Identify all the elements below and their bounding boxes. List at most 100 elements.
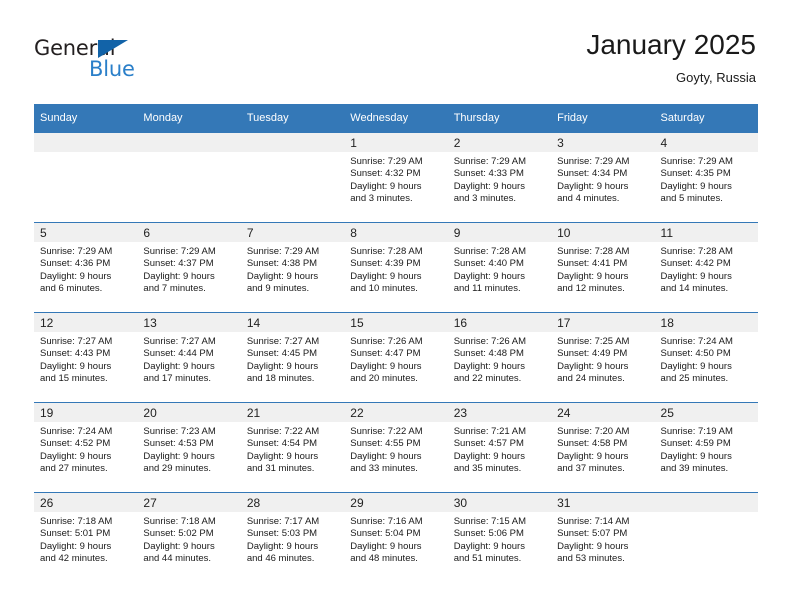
calendar-day-cell[interactable]: 1 Sunrise: 7:29 AM Sunset: 4:32 PM Daylight… — [344, 132, 448, 223]
calendar-day-cell[interactable]: 28 Sunrise: 7:17 AM Sunset: 5:03 PM Dayligh… — [240, 492, 345, 582]
calendar-day-cell[interactable]: 23 Sunrise: 7:21 AM Sunset: 4:57 PM Dayligh… — [447, 402, 552, 493]
day-number-band — [654, 493, 758, 512]
calendar-day-cell[interactable]: 9 Sunrise: 7:28 AM Sunset: 4:40 PM Daylight… — [447, 222, 552, 313]
day-details — [655, 512, 758, 516]
calendar-day-cell[interactable]: 11 Sunrise: 7:28 AM Sunset: 4:42 PM Dayligh… — [654, 222, 758, 313]
day-details: Sunrise: 7:24 AM Sunset: 4:52 PM Daylight:… — [34, 422, 137, 476]
calendar-day-cell-empty — [34, 132, 138, 223]
day-number: 14 — [246, 316, 261, 330]
calendar-day-cell[interactable]: 16 Sunrise: 7:26 AM Sunset: 4:48 PM Dayligh… — [447, 312, 552, 403]
calendar-day-cell[interactable]: 10 Sunrise: 7:28 AM Sunset: 4:41 PM Dayligh… — [551, 222, 655, 313]
day-number-band: 26 — [34, 493, 138, 512]
day-details: Sunrise: 7:22 AM Sunset: 4:55 PM Daylight:… — [344, 422, 447, 476]
calendar-day-cell[interactable]: 24 Sunrise: 7:20 AM Sunset: 4:58 PM Dayligh… — [551, 402, 655, 493]
day-details — [241, 152, 344, 156]
calendar-day-cell[interactable]: 22 Sunrise: 7:22 AM Sunset: 4:55 PM Dayligh… — [344, 402, 448, 493]
sunset-text: Sunset: 4:36 PM — [40, 258, 111, 270]
daylight-text-line1: Daylight: 9 hours — [557, 360, 629, 372]
day-number-band: 25 — [654, 403, 758, 422]
calendar-day-cell[interactable]: 13 Sunrise: 7:27 AM Sunset: 4:44 PM Dayligh… — [137, 312, 241, 403]
daylight-text-line1: Daylight: 9 hours — [660, 270, 732, 282]
sunrise-text: Sunrise: 7:29 AM — [660, 156, 733, 167]
day-number: 7 — [246, 226, 254, 240]
calendar-day-cell[interactable]: 18 Sunrise: 7:24 AM Sunset: 4:50 PM Dayligh… — [654, 312, 758, 403]
calendar-day-cell[interactable]: 20 Sunrise: 7:23 AM Sunset: 4:53 PM Dayligh… — [137, 402, 241, 493]
sunset-text: Sunset: 4:50 PM — [660, 348, 731, 360]
day-number-band: 7 — [240, 223, 345, 242]
daylight-text-line2: and 17 minutes. — [143, 373, 212, 385]
calendar-day-cell[interactable]: 19 Sunrise: 7:24 AM Sunset: 4:52 PM Dayligh… — [34, 402, 138, 493]
calendar-day-cell[interactable]: 26 Sunrise: 7:18 AM Sunset: 5:01 PM Dayligh… — [34, 492, 138, 582]
sunrise-text: Sunrise: 7:18 AM — [143, 516, 216, 527]
sunrise-text: Sunrise: 7:24 AM — [660, 336, 733, 347]
day-number: 24 — [557, 406, 571, 420]
day-details: Sunrise: 7:27 AM Sunset: 4:43 PM Daylight:… — [34, 332, 137, 386]
day-details: Sunrise: 7:24 AM Sunset: 4:50 PM Daylight:… — [655, 332, 758, 386]
day-details: Sunrise: 7:25 AM Sunset: 4:49 PM Daylight:… — [551, 332, 654, 386]
sunrise-text: Sunrise: 7:25 AM — [557, 336, 630, 347]
daylight-text-line2: and 31 minutes. — [246, 463, 315, 475]
daylight-text-line1: Daylight: 9 hours — [453, 180, 525, 192]
calendar-day-cell[interactable]: 8 Sunrise: 7:28 AM Sunset: 4:39 PM Daylight… — [344, 222, 448, 313]
day-number-band: 16 — [447, 313, 552, 332]
calendar-day-cell[interactable]: 3 Sunrise: 7:29 AM Sunset: 4:34 PM Daylight… — [551, 132, 655, 223]
day-details: Sunrise: 7:29 AM Sunset: 4:37 PM Daylight:… — [137, 242, 240, 296]
calendar-day-cell[interactable]: 29 Sunrise: 7:16 AM Sunset: 5:04 PM Dayligh… — [344, 492, 448, 582]
day-number: 23 — [453, 406, 468, 420]
triangle-icon — [98, 40, 128, 58]
page-subtitle-location: Goyty, Russia — [676, 70, 756, 85]
sunrise-text: Sunrise: 7:17 AM — [246, 516, 320, 527]
sunrise-text: Sunrise: 7:14 AM — [557, 516, 630, 527]
calendar-day-cell[interactable]: 14 Sunrise: 7:27 AM Sunset: 4:45 PM Dayligh… — [240, 312, 345, 403]
sunset-text: Sunset: 4:48 PM — [453, 348, 524, 360]
day-number: 19 — [40, 406, 54, 420]
daylight-text-line1: Daylight: 9 hours — [246, 360, 319, 372]
calendar-day-cell[interactable]: 17 Sunrise: 7:25 AM Sunset: 4:49 PM Dayligh… — [551, 312, 655, 403]
daylight-text-line1: Daylight: 9 hours — [40, 540, 112, 552]
daylight-text-line1: Daylight: 9 hours — [557, 270, 629, 282]
calendar-day-cell[interactable]: 25 Sunrise: 7:19 AM Sunset: 4:59 PM Dayligh… — [654, 402, 758, 493]
sunrise-text: Sunrise: 7:20 AM — [557, 426, 630, 437]
daylight-text-line1: Daylight: 9 hours — [40, 360, 112, 372]
daylight-text-line1: Daylight: 9 hours — [350, 360, 422, 372]
day-number: 22 — [350, 406, 364, 420]
calendar-week-row: 1 Sunrise: 7:29 AM Sunset: 4:32 PM Daylight… — [34, 132, 758, 223]
day-details — [34, 152, 137, 156]
calendar-day-cell[interactable]: 12 Sunrise: 7:27 AM Sunset: 4:43 PM Dayligh… — [34, 312, 138, 403]
calendar-day-cell[interactable]: 21 Sunrise: 7:22 AM Sunset: 4:54 PM Dayligh… — [240, 402, 345, 493]
calendar-body: 1 Sunrise: 7:29 AM Sunset: 4:32 PM Daylight… — [34, 132, 758, 582]
day-number: 8 — [350, 226, 357, 240]
calendar-day-cell[interactable]: 2 Sunrise: 7:29 AM Sunset: 4:33 PM Daylight… — [447, 132, 552, 223]
day-number: 12 — [40, 316, 54, 330]
sunset-text: Sunset: 4:35 PM — [660, 168, 731, 180]
calendar-day-cell[interactable]: 7 Sunrise: 7:29 AM Sunset: 4:38 PM Daylight… — [240, 222, 345, 313]
calendar-day-cell[interactable]: 30 Sunrise: 7:15 AM Sunset: 5:06 PM Dayligh… — [447, 492, 552, 582]
day-number-band: 28 — [240, 493, 345, 512]
sunset-text: Sunset: 4:34 PM — [557, 168, 628, 180]
calendar-day-cell[interactable]: 31 Sunrise: 7:14 AM Sunset: 5:07 PM Dayligh… — [551, 492, 655, 582]
calendar-day-cell[interactable]: 15 Sunrise: 7:26 AM Sunset: 4:47 PM Dayligh… — [344, 312, 448, 403]
sunrise-text: Sunrise: 7:27 AM — [40, 336, 113, 347]
daylight-text-line2: and 3 minutes. — [453, 193, 517, 205]
sunset-text: Sunset: 4:55 PM — [350, 438, 421, 450]
daylight-text-line2: and 9 minutes. — [246, 283, 310, 295]
daylight-text-line1: Daylight: 9 hours — [660, 450, 732, 462]
calendar-day-cell[interactable]: 5 Sunrise: 7:29 AM Sunset: 4:36 PM Daylight… — [34, 222, 138, 313]
calendar-day-cell-empty — [240, 132, 345, 223]
day-number-band: 13 — [137, 313, 241, 332]
sunrise-text: Sunrise: 7:24 AM — [40, 426, 113, 437]
day-number-band — [34, 133, 138, 152]
general-blue-logo[interactable]: General Blue — [34, 36, 164, 82]
day-number-band: 27 — [137, 493, 241, 512]
calendar-day-cell[interactable]: 27 Sunrise: 7:18 AM Sunset: 5:02 PM Dayligh… — [137, 492, 241, 582]
day-number: 1 — [350, 136, 357, 150]
daylight-text-line1: Daylight: 9 hours — [143, 540, 215, 552]
daylight-text-line2: and 15 minutes. — [40, 373, 108, 385]
calendar-day-cell[interactable]: 6 Sunrise: 7:29 AM Sunset: 4:37 PM Daylight… — [137, 222, 241, 313]
day-number-band: 6 — [137, 223, 241, 242]
day-number: 31 — [557, 496, 571, 510]
calendar-day-cell[interactable]: 4 Sunrise: 7:29 AM Sunset: 4:35 PM Daylight… — [654, 132, 758, 223]
calendar-week-row: 12 Sunrise: 7:27 AM Sunset: 4:43 PM Dayligh… — [34, 312, 758, 403]
daylight-text-line2: and 4 minutes. — [557, 193, 620, 205]
daylight-text-line1: Daylight: 9 hours — [143, 450, 215, 462]
